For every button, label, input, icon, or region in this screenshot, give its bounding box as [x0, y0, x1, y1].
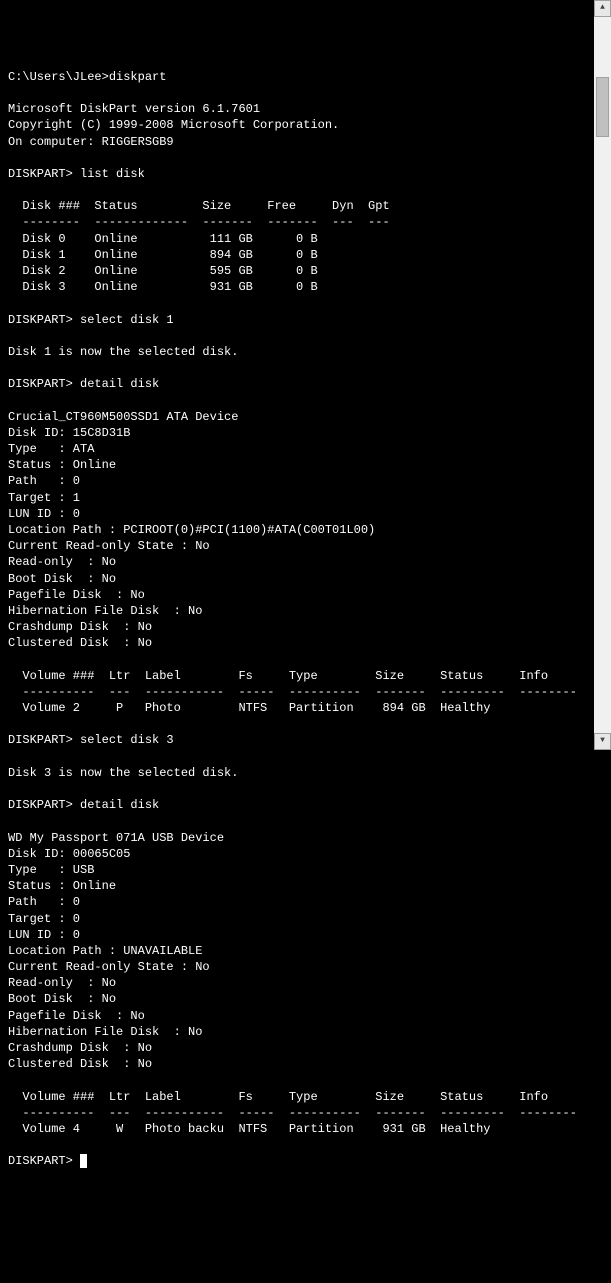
cursor-icon — [80, 1154, 87, 1168]
msg-selected-disk-3: Disk 3 is now the selected disk. — [8, 766, 238, 780]
dp-prompt: DISKPART> — [8, 377, 73, 391]
volume-header: Volume ### Ltr Label Fs Type Size Status… — [8, 669, 548, 683]
dp-prompt: DISKPART> — [8, 167, 73, 181]
detail-device-name: Crucial_CT960M500SSD1 ATA Device — [8, 410, 238, 424]
volume-separator: ---------- --- ----------- ----- -------… — [8, 685, 577, 699]
detail-path: Path : 0 — [8, 895, 80, 909]
detail-lun-id: LUN ID : 0 — [8, 507, 80, 521]
scroll-down-button[interactable]: ▼ — [594, 733, 611, 750]
volume-row: Volume 4 W Photo backu NTFS Partition 93… — [8, 1122, 490, 1136]
cmd-detail-disk: detail disk — [80, 798, 159, 812]
detail-location-path: Location Path : UNAVAILABLE — [8, 944, 202, 958]
detail-target: Target : 1 — [8, 491, 80, 505]
volume-row: Volume 2 P Photo NTFS Partition 894 GB H… — [8, 701, 490, 715]
detail-device-name: WD My Passport 071A USB Device — [8, 831, 224, 845]
detail-readonly-state: Current Read-only State : No — [8, 960, 210, 974]
detail-pagefile-disk: Pagefile Disk : No — [8, 588, 145, 602]
list-disk-row: Disk 1 Online 894 GB 0 B — [8, 248, 318, 262]
cmd-list-disk: list disk — [80, 167, 145, 181]
header-line1: Microsoft DiskPart version 6.1.7601 — [8, 102, 260, 116]
detail-clustered-disk: Clustered Disk : No — [8, 636, 152, 650]
detail-boot-disk: Boot Disk : No — [8, 572, 116, 586]
list-disk-row: Disk 2 Online 595 GB 0 B — [8, 264, 318, 278]
detail-readonly: Read-only : No — [8, 555, 116, 569]
cmd-select-disk-3: select disk 3 — [80, 733, 174, 747]
detail-disk-id: Disk ID: 15C8D31B — [8, 426, 130, 440]
detail-readonly-state: Current Read-only State : No — [8, 539, 210, 553]
prompt-path: C:\Users\JLee> — [8, 70, 109, 84]
list-disk-row: Disk 0 Online 111 GB 0 B — [8, 232, 318, 246]
detail-crashdump-disk: Crashdump Disk : No — [8, 1041, 152, 1055]
cmd-select-disk-1: select disk 1 — [80, 313, 174, 327]
detail-clustered-disk: Clustered Disk : No — [8, 1057, 152, 1071]
dp-prompt: DISKPART> — [8, 798, 73, 812]
detail-disk-id: Disk ID: 00065C05 — [8, 847, 130, 861]
volume-separator: ---------- --- ----------- ----- -------… — [8, 1106, 577, 1120]
vertical-scrollbar[interactable]: ▲ ▼ — [594, 0, 611, 750]
detail-hibernation-disk: Hibernation File Disk : No — [8, 604, 202, 618]
header-line3: On computer: RIGGERSGB9 — [8, 135, 174, 149]
cmd-diskpart: diskpart — [109, 70, 167, 84]
detail-lun-id: LUN ID : 0 — [8, 928, 80, 942]
detail-pagefile-disk: Pagefile Disk : No — [8, 1009, 145, 1023]
detail-target: Target : 0 — [8, 912, 80, 926]
detail-status: Status : Online — [8, 458, 116, 472]
detail-location-path: Location Path : PCIROOT(0)#PCI(1100)#ATA… — [8, 523, 375, 537]
cmd-detail-disk: detail disk — [80, 377, 159, 391]
detail-crashdump-disk: Crashdump Disk : No — [8, 620, 152, 634]
terminal-output: C:\Users\JLee>diskpart Microsoft DiskPar… — [8, 69, 603, 1170]
scroll-track[interactable] — [594, 17, 611, 733]
dp-prompt: DISKPART> — [8, 313, 73, 327]
list-disk-row: Disk 3 Online 931 GB 0 B — [8, 280, 318, 294]
detail-readonly: Read-only : No — [8, 976, 116, 990]
detail-status: Status : Online — [8, 879, 116, 893]
msg-selected-disk-1: Disk 1 is now the selected disk. — [8, 345, 238, 359]
dp-prompt: DISKPART> — [8, 733, 73, 747]
detail-type: Type : ATA — [8, 442, 94, 456]
detail-type: Type : USB — [8, 863, 94, 877]
scroll-thumb[interactable] — [596, 77, 609, 137]
volume-header: Volume ### Ltr Label Fs Type Size Status… — [8, 1090, 548, 1104]
dp-prompt-active[interactable]: DISKPART> — [8, 1154, 73, 1168]
list-disk-header: Disk ### Status Size Free Dyn Gpt — [8, 199, 390, 213]
detail-path: Path : 0 — [8, 474, 80, 488]
detail-boot-disk: Boot Disk : No — [8, 992, 116, 1006]
detail-hibernation-disk: Hibernation File Disk : No — [8, 1025, 202, 1039]
scroll-up-button[interactable]: ▲ — [594, 0, 611, 17]
header-line2: Copyright (C) 1999-2008 Microsoft Corpor… — [8, 118, 339, 132]
list-disk-separator: -------- ------------- ------- ------- -… — [8, 215, 390, 229]
